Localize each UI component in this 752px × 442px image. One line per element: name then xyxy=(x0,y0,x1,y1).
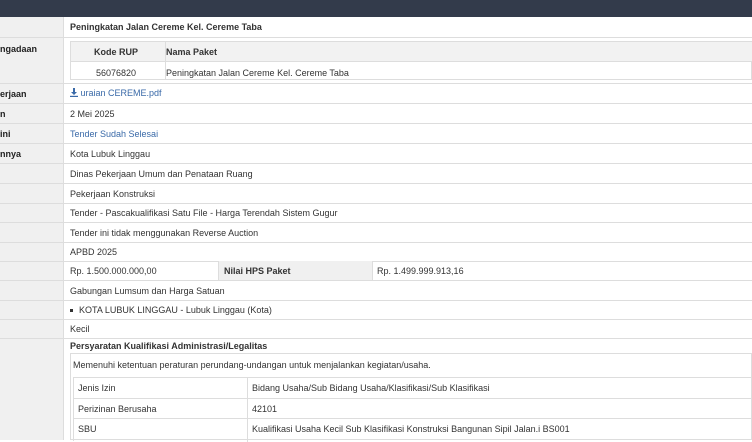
jenis-kontrak-value: Gabungan Lumsum dan Harga Satuan xyxy=(70,286,225,296)
row-jenis-kontrak: Gabungan Lumsum dan Harga Satuan xyxy=(0,281,752,301)
bullet-icon xyxy=(70,309,73,313)
instansi-value: Kota Lubuk Linggau xyxy=(70,149,151,159)
row-metode: Tender - Pascakualifikasi Satu File - Ha… xyxy=(0,203,752,223)
persyaratan-section: Persyaratan Kualifikasi Administrasi/Leg… xyxy=(0,339,752,442)
row-reverse-auction: Tender ini tidak menggunakan Reverse Auc… xyxy=(0,223,752,243)
instansi-label: nnya xyxy=(0,149,22,159)
row-kategori: Pekerjaan Konstruksi xyxy=(0,184,752,204)
kualifikasi-usaha-value: Kecil xyxy=(70,324,90,334)
tahap-label: ini xyxy=(0,129,11,139)
izin-table-row: SBU Kualifikasi Usaha Kecil Sub Klasifik… xyxy=(74,419,752,438)
uraian-label: erjaan xyxy=(0,89,27,99)
izin-table-row: Jenis Izin Bidang Usaha/Sub Bidang Usaha… xyxy=(74,378,752,399)
row-lokasi: KOTA LUBUK LINGGAU - Lubuk Linggau (Kota… xyxy=(0,300,752,320)
top-navbar xyxy=(0,0,752,17)
izin-header-jenis: Jenis Izin xyxy=(78,383,116,393)
row-kualifikasi-usaha: Kecil xyxy=(0,319,752,339)
reverse-auction-value: Tender ini tidak menggunakan Reverse Auc… xyxy=(70,228,259,238)
tahap-link[interactable]: Tender Sudah Selesai xyxy=(70,129,158,139)
download-icon xyxy=(70,88,78,97)
row-anggaran: APBD 2025 xyxy=(0,242,752,262)
nama-paket-value: Peningkatan Jalan Cereme Kel. Cereme Tab… xyxy=(70,22,262,32)
row-instansi: nnya Kota Lubuk Linggau xyxy=(0,144,752,164)
izin-bidang-cell: 42101 xyxy=(252,404,278,414)
rup-table: Kode RUP Nama Paket 56076820 Peningkatan… xyxy=(70,41,752,80)
hps-label: Nilai HPS Paket xyxy=(224,266,291,276)
izin-bidang-cell: Kualifikasi Usaha Kecil Sub Klasifikasi … xyxy=(252,424,570,434)
row-uraian: erjaan uraian CEREME.pdf xyxy=(0,84,752,104)
row-rup: ngadaan Kode RUP Nama Paket 56076820 Pen… xyxy=(0,38,752,84)
persyaratan-title: Persyaratan Kualifikasi Administrasi/Leg… xyxy=(70,341,268,351)
hps-value: Rp. 1.499.999.913,16 xyxy=(377,266,464,276)
row-tahap: ini Tender Sudah Selesai xyxy=(0,124,752,144)
satker-value: Dinas Pekerjaan Umum dan Penataan Ruang xyxy=(70,169,253,179)
nama-paket-header: Nama Paket xyxy=(166,47,218,57)
izin-table: Jenis Izin Bidang Usaha/Sub Bidang Usaha… xyxy=(73,377,752,442)
kode-rup-value: 56076820 xyxy=(96,68,137,78)
kategori-value: Pekerjaan Konstruksi xyxy=(70,189,156,199)
uraian-file-name: uraian CEREME.pdf xyxy=(80,88,162,98)
lokasi-item: KOTA LUBUK LINGGAU - Lubuk Linggau (Kota… xyxy=(70,305,272,315)
persyaratan-box: Memenuhi ketentuan peraturan perundang-u… xyxy=(70,353,752,442)
nama-paket-rup-value: Peningkatan Jalan Cereme Kel. Cereme Tab… xyxy=(166,68,349,78)
row-nama-paket: Peningkatan Jalan Cereme Kel. Cereme Tab… xyxy=(0,17,752,38)
row-tanggal: n 2 Mei 2025 xyxy=(0,104,752,124)
izin-table-row: Perizinan Berusaha 42101 xyxy=(74,399,752,419)
rup-label: ngadaan xyxy=(0,44,38,54)
izin-jenis-cell: SBU xyxy=(78,424,97,434)
anggaran-value: APBD 2025 xyxy=(70,247,118,257)
pagu-value: Rp. 1.500.000.000,00 xyxy=(70,266,157,276)
lokasi-value: KOTA LUBUK LINGGAU - Lubuk Linggau (Kota… xyxy=(79,305,272,315)
row-pagu-hps: Rp. 1.500.000.000,00 Nilai HPS Paket Rp.… xyxy=(0,261,752,281)
row-satker: Dinas Pekerjaan Umum dan Penataan Ruang xyxy=(0,164,752,184)
tanggal-label: n xyxy=(0,109,6,119)
uraian-download-link[interactable]: uraian CEREME.pdf xyxy=(70,88,162,98)
izin-header-bidang: Bidang Usaha/Sub Bidang Usaha/Klasifikas… xyxy=(252,383,490,393)
kode-rup-header: Kode RUP xyxy=(94,47,139,57)
izin-jenis-cell: Perizinan Berusaha xyxy=(78,404,157,414)
tanggal-value: 2 Mei 2025 xyxy=(70,109,115,119)
metode-value: Tender - Pascakualifikasi Satu File - Ha… xyxy=(70,208,338,218)
persyaratan-desc: Memenuhi ketentuan peraturan perundang-u… xyxy=(73,360,431,370)
